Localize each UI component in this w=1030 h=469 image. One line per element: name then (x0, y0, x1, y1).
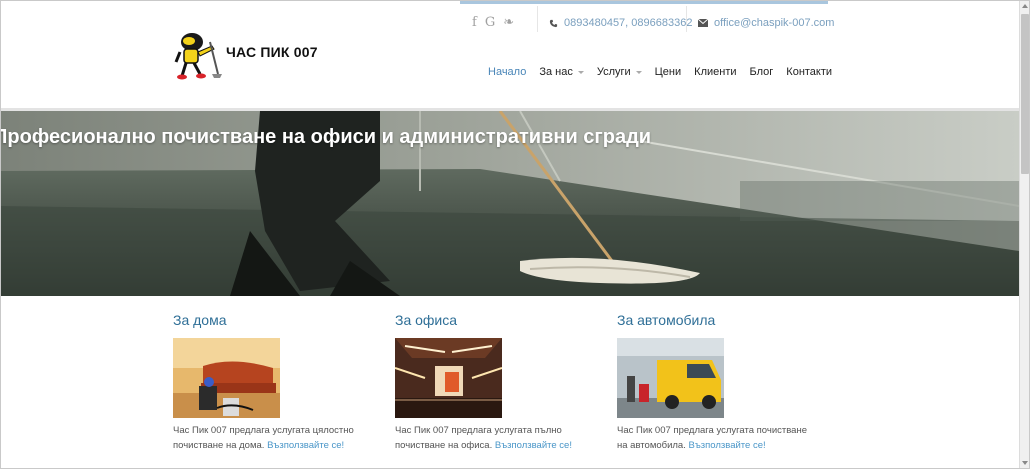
main-nav: Начало За нас Услуги Цени Клиенти Блог К… (488, 66, 845, 78)
nav-item-label: Услуги (596, 66, 631, 78)
header-separator (686, 6, 687, 32)
card-text: Час Пик 007 предлага услугата цялостно п… (173, 423, 373, 453)
nav-item-label: Клиенти (694, 66, 737, 78)
email-contact: office@chaspik-007.com (698, 17, 834, 29)
card-title[interactable]: За автомобила (617, 312, 827, 328)
nav-item-prices[interactable]: Цени (655, 66, 681, 78)
site-header: ЧАС ПИК 007 f G ❧ 0893480457, 0896683362… (0, 0, 1019, 110)
social-links: f G ❧ (472, 15, 514, 31)
nav-item-about[interactable]: За нас (539, 66, 584, 78)
top-accent-bar (460, 0, 828, 4)
card-text: Час Пик 007 предлага услугата почистване… (617, 423, 817, 453)
card-title[interactable]: За дома (173, 312, 383, 328)
service-card-home: За дома Час Пик 007 предлага услугата ця… (173, 312, 383, 453)
hero-banner: Професионално почистване на офиси и адми… (0, 111, 1019, 296)
phone-contact: 0893480457, 0896683362 (549, 17, 692, 29)
phone-numbers[interactable]: 0893480457, 0896683362 (564, 17, 692, 29)
nav-item-services[interactable]: Услуги (597, 66, 642, 78)
services-section: За дома Час Пик 007 предлага услугата ця… (0, 296, 1019, 469)
card-title[interactable]: За офиса (395, 312, 605, 328)
nav-item-contacts[interactable]: Контакти (786, 66, 832, 78)
car-cleaning-image[interactable] (617, 338, 724, 418)
facebook-icon[interactable]: f (472, 15, 477, 31)
nav-item-label: За нас (539, 66, 573, 78)
nav-item-label: Контакти (786, 66, 833, 78)
logo-mascot-icon (174, 33, 222, 80)
service-card-office: За офиса Час Пик 007 предлага услугата п… (395, 312, 605, 453)
email-address[interactable]: office@chaspik-007.com (714, 17, 834, 29)
vertical-scrollbar[interactable] (1019, 0, 1030, 469)
twitter-icon[interactable]: ❧ (503, 15, 514, 31)
card-link[interactable]: Възползвайте се! (267, 440, 344, 451)
nav-item-blog[interactable]: Блог (750, 66, 774, 78)
service-card-car: За автомобила Час Пик 007 предлага услуг… (617, 312, 827, 453)
header-separator (537, 6, 538, 32)
nav-item-home[interactable]: Начало (488, 66, 526, 78)
card-text: Час Пик 007 предлага услугата пълно почи… (395, 423, 595, 453)
scroll-down-arrow-icon[interactable] (1022, 461, 1028, 465)
chevron-down-icon (635, 71, 642, 74)
office-cleaning-image[interactable] (395, 338, 502, 418)
home-cleaning-image[interactable] (173, 338, 280, 418)
phone-icon (549, 19, 558, 27)
card-link[interactable]: Възползвайте се! (495, 440, 572, 451)
envelope-icon (698, 19, 708, 27)
scroll-up-arrow-icon[interactable] (1022, 4, 1028, 8)
nav-item-clients[interactable]: Клиенти (694, 66, 736, 78)
chevron-down-icon (577, 71, 584, 74)
logo-text: ЧАС ПИК 007 (226, 44, 318, 60)
site-logo[interactable]: ЧАС ПИК 007 (172, 28, 318, 80)
nav-item-label: Блог (749, 66, 774, 78)
hero-title: Професионално почистване на офиси и адми… (0, 126, 652, 148)
google-plus-icon[interactable]: G (485, 15, 495, 31)
scrollbar-thumb[interactable] (1021, 14, 1029, 174)
nav-item-label: Начало (488, 66, 527, 78)
card-link[interactable]: Възползвайте се! (689, 440, 766, 451)
nav-item-label: Цени (654, 66, 682, 78)
